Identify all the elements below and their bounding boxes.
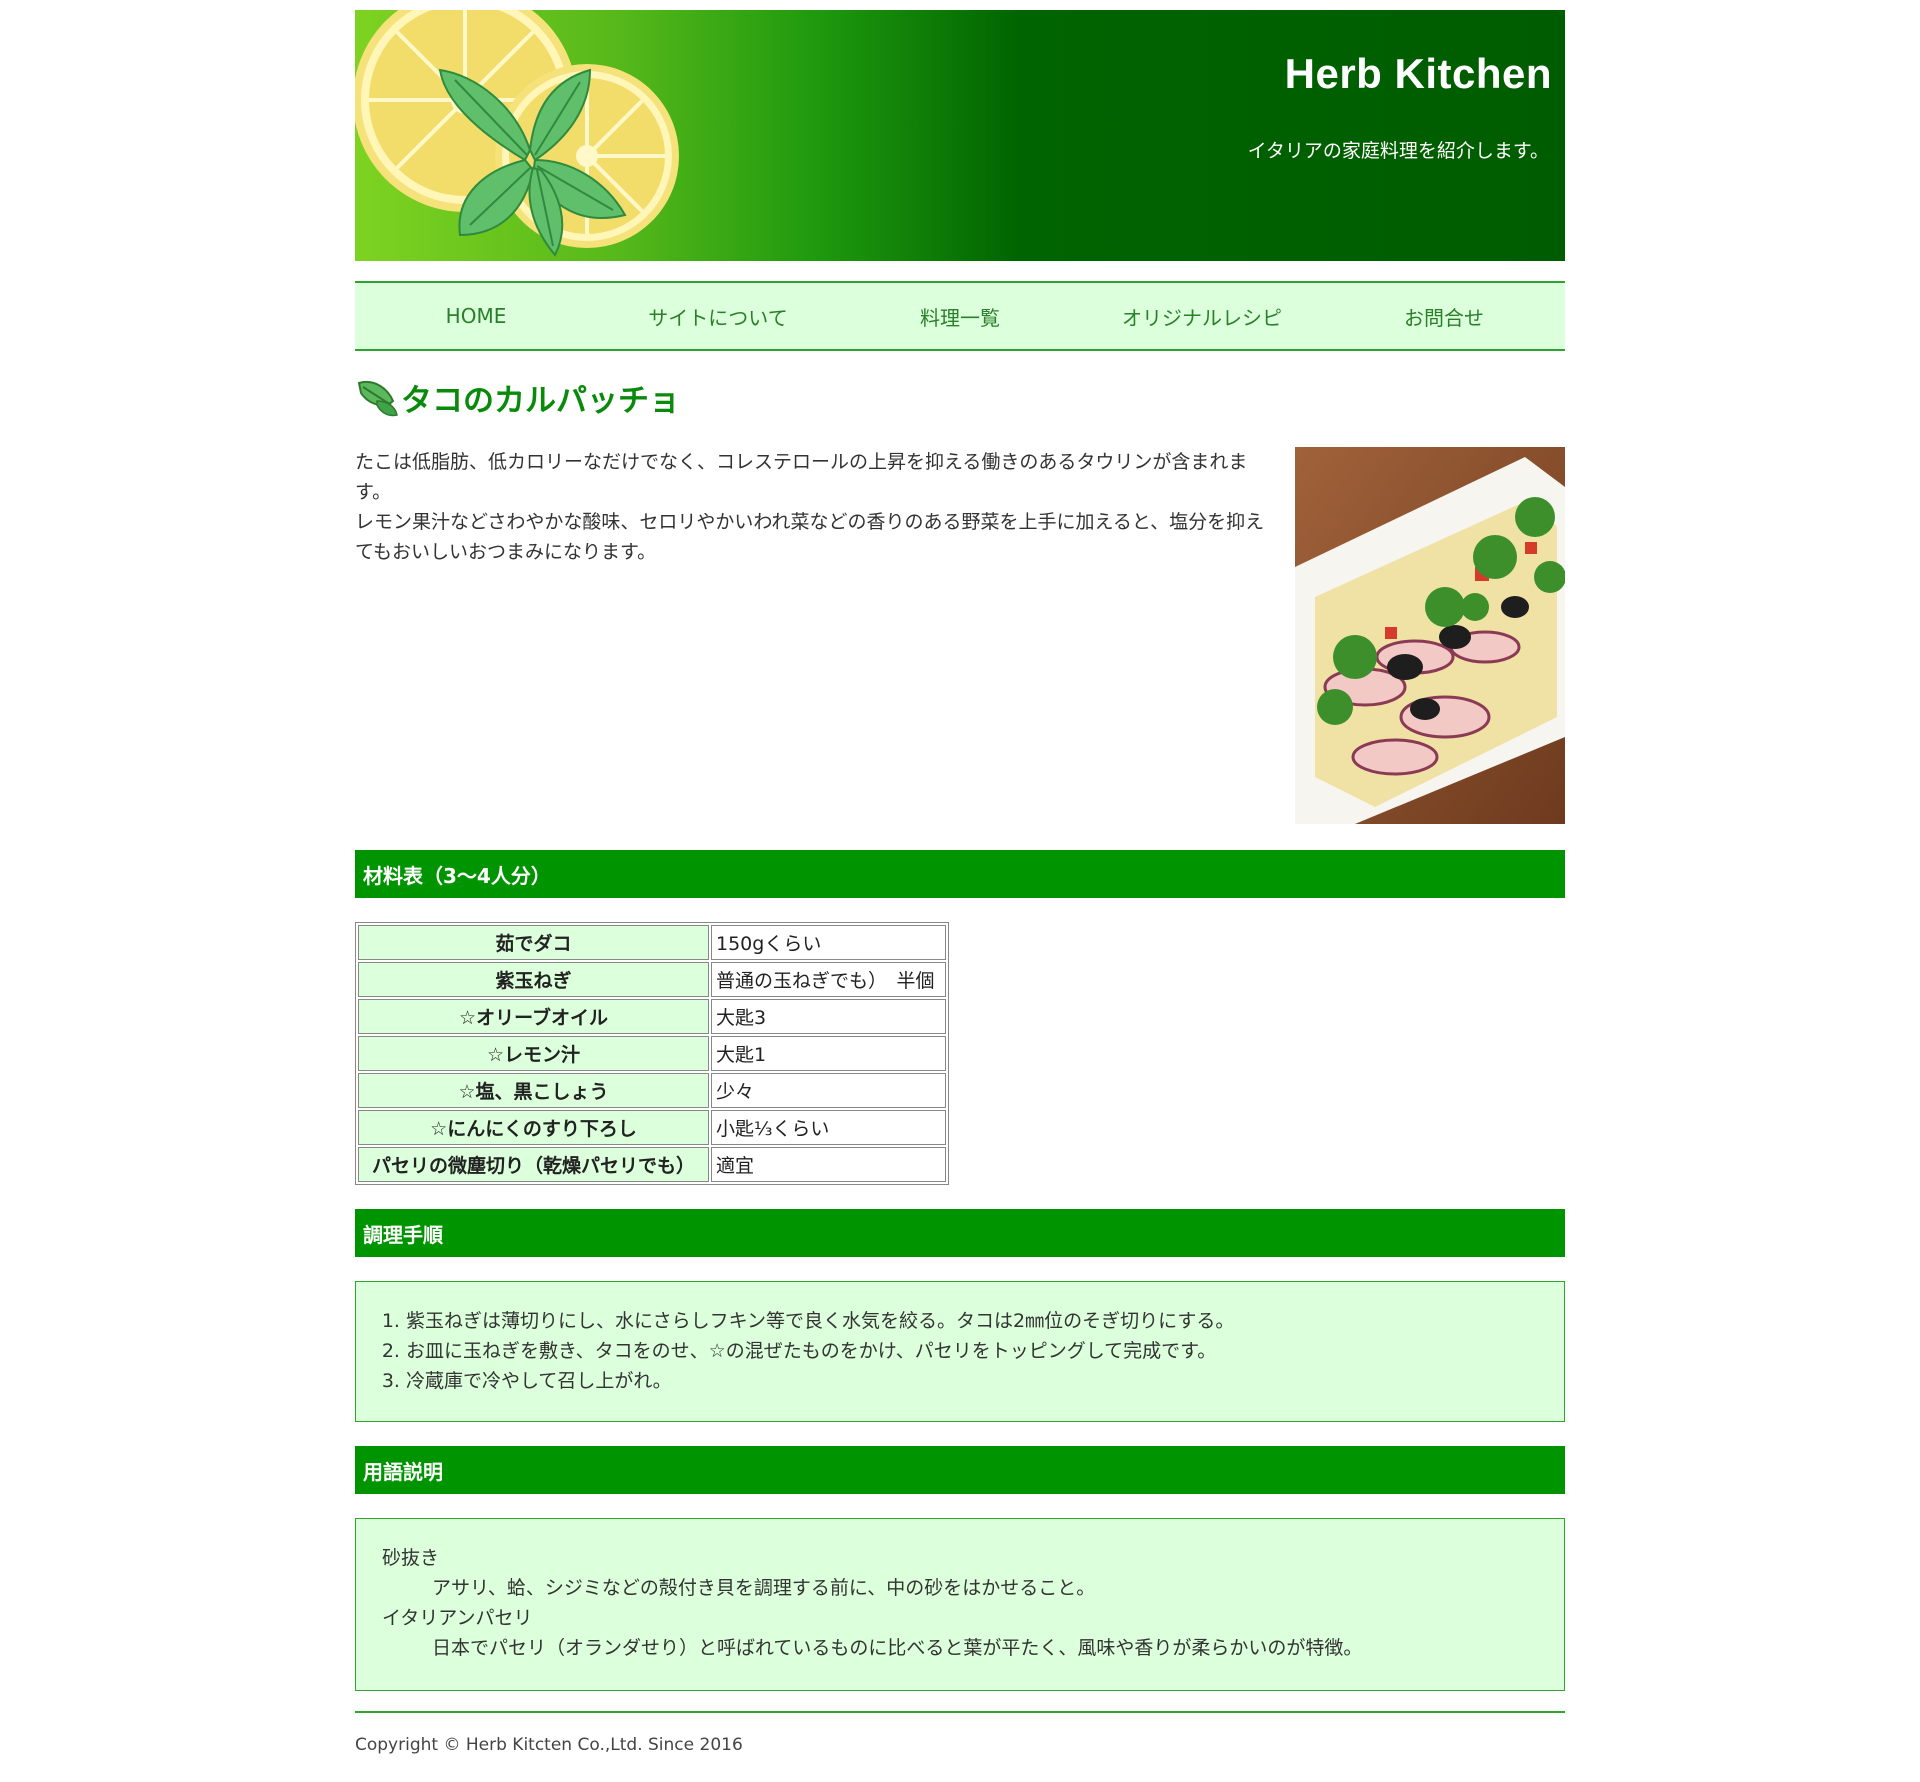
nav-item-home[interactable]: HOME <box>355 283 597 349</box>
glossary-term: イタリアンパセリ <box>382 1607 533 1629</box>
table-row: ☆にんにくのすり下ろし 小匙⅓くらい <box>358 1110 946 1145</box>
leaf-icon <box>357 381 398 417</box>
ingredient-name: ☆オリーブオイル <box>358 999 709 1034</box>
steps-list: 紫玉ねぎは薄切りにし、水にさらしフキン等で良く水気を絞る。タコは2㎜位のそぎ切り… <box>356 1306 1564 1396</box>
ingredients-table: 茹でダコ 150gくらい 紫玉ねぎ 普通の玉ねぎでも） 半個 ☆オリーブオイル … <box>355 922 949 1185</box>
main-nav: HOME サイトについて 料理一覧 オリジナルレシピ お問合せ <box>355 281 1565 351</box>
ingredient-amount: 適宜 <box>711 1147 946 1182</box>
ingredients-heading: 材料表（3〜4人分） <box>355 850 1565 898</box>
page-title-row: タコのカルパッチョ <box>355 375 1565 419</box>
table-row: パセリの微塵切り（乾燥パセリでも） 適宜 <box>358 1147 946 1182</box>
glossary-definition: アサリ、蛤、シジミなどの殻付き貝を調理する前に、中の砂をはかせること。 <box>432 1577 1096 1599</box>
nav-item-original-recipes[interactable]: オリジナルレシピ <box>1081 283 1323 349</box>
glossary-list: 砂抜き アサリ、蛤、シジミなどの殻付き貝を調理する前に、中の砂をはかせること。 … <box>382 1543 1564 1663</box>
ingredient-name: 紫玉ねぎ <box>358 962 709 997</box>
table-row: 茹でダコ 150gくらい <box>358 925 946 960</box>
table-row: 紫玉ねぎ 普通の玉ねぎでも） 半個 <box>358 962 946 997</box>
intro-paragraph: たこは低脂肪、低カロリーなだけでなく、コレステロールの上昇を抑える働きのあるタウ… <box>355 451 1248 503</box>
intro-section: たこは低脂肪、低カロリーなだけでなく、コレステロールの上昇を抑える働きのあるタウ… <box>355 447 1565 824</box>
steps-box: 紫玉ねぎは薄切りにし、水にさらしフキン等で良く水気を絞る。タコは2㎜位のそぎ切り… <box>355 1281 1565 1422</box>
nav-item-about[interactable]: サイトについて <box>597 283 839 349</box>
glossary-heading: 用語説明 <box>355 1446 1565 1494</box>
copyright: Copyright © Herb Kitcten Co.,Ltd. Since … <box>355 1735 743 1755</box>
table-row: ☆レモン汁 大匙1 <box>358 1036 946 1071</box>
ingredient-amount: 小匙⅓くらい <box>711 1110 946 1145</box>
list-item: 紫玉ねぎは薄切りにし、水にさらしフキン等で良く水気を絞る。タコは2㎜位のそぎ切り… <box>406 1306 1564 1336</box>
ingredient-name: ☆にんにくのすり下ろし <box>358 1110 709 1145</box>
ingredient-amount: 大匙1 <box>711 1036 946 1071</box>
glossary-box: 砂抜き アサリ、蛤、シジミなどの殻付き貝を調理する前に、中の砂をはかせること。 … <box>355 1518 1565 1691</box>
site-title: Herb Kitchen <box>1284 50 1552 97</box>
intro-text: たこは低脂肪、低カロリーなだけでなく、コレステロールの上昇を抑える働きのあるタウ… <box>355 447 1267 567</box>
list-item: 冷蔵庫で冷やして召し上がれ。 <box>406 1366 1564 1396</box>
glossary-term: 砂抜き <box>382 1547 440 1569</box>
ingredient-name: パセリの微塵切り（乾燥パセリでも） <box>358 1147 709 1182</box>
ingredient-name: ☆レモン汁 <box>358 1036 709 1071</box>
ingredient-name: 茹でダコ <box>358 925 709 960</box>
ingredient-amount: 普通の玉ねぎでも） 半個 <box>711 962 946 997</box>
ingredient-amount: 少々 <box>711 1073 946 1108</box>
page-container: Herb Kitchen イタリアの家庭料理を紹介します。 HOME サイトにつ… <box>355 0 1565 1755</box>
ingredient-name: ☆塩、黒こしょう <box>358 1073 709 1108</box>
site-tagline: イタリアの家庭料理を紹介します。 <box>1247 140 1549 162</box>
ingredient-amount: 大匙3 <box>711 999 946 1034</box>
nav-item-recipes[interactable]: 料理一覧 <box>839 283 1081 349</box>
lemon-mint-image <box>355 10 679 257</box>
octopus-carpaccio-photo <box>1295 447 1565 824</box>
footer-divider <box>355 1711 1565 1713</box>
list-item: お皿に玉ねぎを敷き、タコをのせ、☆の混ぜたものをかけ、パセリをトッピングして完成… <box>406 1336 1564 1366</box>
site-header: Herb Kitchen イタリアの家庭料理を紹介します。 <box>355 10 1565 261</box>
table-row: ☆塩、黒こしょう 少々 <box>358 1073 946 1108</box>
ingredient-amount: 150gくらい <box>711 925 946 960</box>
intro-paragraph: レモン果汁などさわやかな酸味、セロリやかいわれ菜などの香りのある野菜を上手に加え… <box>355 511 1265 563</box>
glossary-definition: 日本でパセリ（オランダせり）と呼ばれているものに比べると葉が平たく、風味や香りが… <box>432 1637 1363 1659</box>
page-title: タコのカルパッチョ <box>401 382 680 419</box>
nav-item-contact[interactable]: お問合せ <box>1323 283 1565 349</box>
steps-heading: 調理手順 <box>355 1209 1565 1257</box>
table-row: ☆オリーブオイル 大匙3 <box>358 999 946 1034</box>
